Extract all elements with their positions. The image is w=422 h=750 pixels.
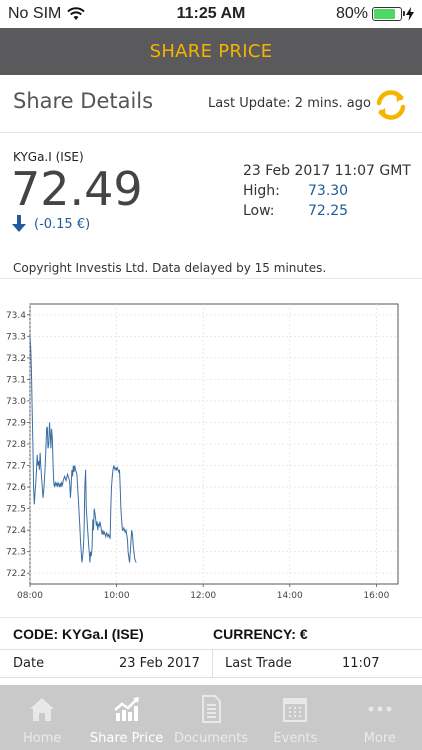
x-tick-label: 12:00	[190, 591, 216, 601]
low-row: Low: 72.25	[243, 203, 348, 219]
y-tick-label: 73.0	[6, 397, 26, 407]
high-row: High: 73.30	[243, 183, 348, 199]
low-value: 72.25	[308, 203, 349, 219]
copyright-notice: Copyright Investis Ltd. Data delayed by …	[13, 261, 327, 275]
tab-more[interactable]: More	[338, 685, 422, 750]
tab-share-price[interactable]: Share Price	[84, 685, 168, 750]
currency: CURRENCY: €	[213, 626, 308, 642]
x-tick-label: 14:00	[277, 591, 303, 601]
refresh-icon[interactable]	[373, 87, 409, 123]
y-tick-label: 72.9	[6, 418, 26, 428]
chart-icon	[113, 697, 139, 721]
tab-label: Share Price	[89, 731, 164, 746]
charging-icon	[406, 7, 414, 21]
tab-label: Home	[23, 731, 62, 746]
price-change: (-0.15 €)	[12, 215, 90, 233]
tab-documents[interactable]: Documents	[169, 685, 253, 750]
battery-icon	[372, 7, 405, 21]
y-tick-label: 72.4	[6, 526, 26, 536]
document-icon	[202, 695, 222, 723]
tab-home[interactable]: Home	[0, 685, 84, 750]
divider	[0, 278, 422, 279]
date-value: 23 Feb 2017	[119, 656, 200, 671]
high-label: High:	[243, 183, 280, 199]
y-tick-label: 73.4	[6, 311, 26, 321]
x-tick-label: 16:00	[363, 591, 389, 601]
status-bar: No SIM 11:25 AM 80%	[0, 0, 422, 28]
page-title: SHARE PRICE	[149, 41, 273, 62]
y-tick-label: 72.2	[6, 569, 26, 579]
share-price: 72.49	[11, 162, 143, 216]
tab-label: Events	[273, 731, 318, 746]
nav-bar: SHARE PRICE	[0, 28, 422, 75]
share-code: CODE: KYGa.I (ISE)	[13, 626, 144, 642]
divider	[0, 617, 422, 618]
y-tick-label: 72.8	[6, 440, 26, 450]
last-trade-value: 11:07	[342, 656, 380, 671]
code-currency-row: CODE: KYGa.I (ISE) CURRENCY: €	[0, 620, 422, 650]
y-tick-label: 72.7	[6, 462, 26, 472]
section-title: Share Details	[13, 89, 154, 113]
price-change-value: (-0.15 €)	[34, 216, 91, 232]
share-price-chart: 72.2 72.3 72.4 72.5 72.6 72.7 72.8 72.9 73.0 73.1…	[6, 303, 399, 601]
tab-label: Documents	[173, 731, 249, 746]
x-tick-label: 08:00	[17, 591, 43, 601]
high-value: 73.30	[308, 183, 349, 199]
y-tick-label: 73.2	[6, 354, 26, 364]
tab-label: More	[363, 731, 396, 746]
x-tick-label: 10:00	[104, 591, 130, 601]
battery-status: 80%	[336, 5, 414, 23]
share-details-header: Share Details Last Update: 2 mins. ago	[0, 75, 422, 133]
trade-timestamp: 23 Feb 2017 11:07 GMT	[243, 163, 411, 179]
y-tick-label: 72.6	[6, 483, 26, 493]
calendar-icon	[283, 698, 308, 722]
arrow-down-icon	[12, 215, 26, 232]
battery-percent: 80%	[335, 5, 368, 22]
date-label: Date	[13, 656, 45, 671]
low-label: Low:	[243, 203, 275, 219]
y-tick-label: 72.5	[6, 505, 26, 515]
tab-events[interactable]: Events	[253, 685, 337, 750]
y-tick-label: 73.3	[6, 332, 26, 342]
last-trade-label: Last Trade	[225, 656, 292, 671]
home-icon	[30, 698, 55, 721]
trade-info-row: Date 23 Feb 2017 Last Trade 11:07	[0, 650, 422, 678]
y-tick-label: 73.1	[6, 375, 26, 385]
more-icon	[368, 706, 392, 712]
y-tick-label: 72.3	[6, 548, 26, 558]
tab-bar: Home Share Price Documents Events More	[0, 685, 422, 750]
last-update-text: Last Update: 2 mins. ago	[208, 96, 371, 111]
